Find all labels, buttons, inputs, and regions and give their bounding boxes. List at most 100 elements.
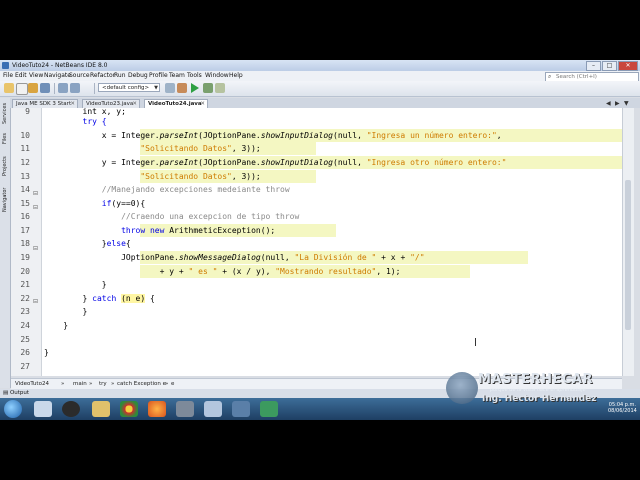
- code-line-20: + y + " es " + (x / y), "Mostrando resul…: [44, 267, 401, 276]
- maximize-button[interactable]: □: [602, 61, 617, 71]
- tab-list-icon[interactable]: ▼: [624, 100, 629, 107]
- code-line-22: } catch (n e) {: [44, 294, 155, 303]
- close-button[interactable]: ✕: [618, 61, 638, 71]
- undo-icon[interactable]: [58, 83, 68, 93]
- code-line-18: }else{: [44, 239, 131, 248]
- breadcrumb-var[interactable]: e: [171, 379, 174, 389]
- breadcrumb-try[interactable]: try: [99, 379, 107, 389]
- breadcrumb-separator: »: [89, 381, 93, 387]
- watermark-author: Ing. Hector Hernandez: [482, 394, 597, 404]
- menu-help[interactable]: Help: [229, 71, 243, 81]
- code-line-13: "Solicitando Datos", 3));: [140, 172, 261, 181]
- side-tab-services[interactable]: Services: [1, 100, 9, 126]
- line-number: 21: [20, 280, 30, 289]
- fold-toggle-icon[interactable]: ⊟: [32, 190, 39, 197]
- line-number: 20: [20, 267, 30, 276]
- toolbar-separator: [54, 83, 55, 94]
- clean-build-icon[interactable]: [177, 83, 187, 93]
- start-button[interactable]: [4, 400, 22, 418]
- menu-window[interactable]: Window: [205, 71, 229, 81]
- side-tab-files[interactable]: Files: [1, 130, 9, 148]
- watermark-title: MASTERHECAR: [478, 372, 593, 387]
- output-label: Output: [9, 390, 30, 396]
- menu-source[interactable]: Source: [69, 71, 90, 81]
- title-bar: VideoTuto24 - NetBeans IDE 8.0 – □ ✕: [0, 60, 640, 71]
- run-icon[interactable]: [191, 83, 199, 93]
- line-number: 15: [20, 199, 30, 208]
- breadcrumb-class[interactable]: VideoTuto24: [15, 379, 49, 389]
- menu-debug[interactable]: Debug: [128, 71, 148, 81]
- line-number: 11: [20, 144, 30, 153]
- firefox-icon[interactable]: [148, 401, 166, 417]
- breadcrumb-catch[interactable]: catch Exception e: [117, 379, 166, 389]
- code-line-11: "Solicitando Datos", 3));: [140, 144, 261, 153]
- window-controls: – □ ✕: [586, 61, 638, 71]
- line-number: 14: [20, 185, 30, 194]
- netbeans-taskbar-icon[interactable]: [204, 401, 222, 417]
- code-line-15: if(y==0){: [101, 199, 146, 208]
- line-number: 13: [20, 172, 30, 181]
- menu-team[interactable]: Team: [169, 71, 185, 81]
- menu-run[interactable]: Run: [114, 71, 126, 81]
- fold-toggle-icon[interactable]: ⊟: [32, 204, 39, 211]
- folder-icon[interactable]: [92, 401, 110, 417]
- fold-toggle-icon[interactable]: ⊟: [32, 298, 39, 305]
- mouse-cursor: [475, 338, 476, 346]
- line-number: 16: [20, 212, 30, 221]
- tab-videotuto24[interactable]: VideoTuto24.java ✕: [144, 99, 208, 108]
- line-number: 23: [20, 307, 30, 316]
- menu-navigate[interactable]: Navigate: [44, 71, 71, 81]
- new-project-icon[interactable]: [4, 83, 14, 93]
- chrome-icon[interactable]: [120, 401, 138, 417]
- new-file-icon[interactable]: [16, 83, 28, 95]
- breadcrumb-method[interactable]: main: [73, 379, 87, 389]
- build-icon[interactable]: [165, 83, 175, 93]
- config-value: <default config>: [102, 85, 150, 91]
- window-title: VideoTuto24 - NetBeans IDE 8.0: [12, 62, 108, 69]
- code-line-17: throw new ArithmeticException();: [121, 226, 276, 235]
- fold-toggle-icon[interactable]: ⊟: [32, 245, 39, 252]
- watermark-logo-icon: [446, 372, 478, 404]
- code-line-try: try {: [44, 117, 107, 126]
- scrollbar-thumb[interactable]: [625, 180, 631, 330]
- profile-icon[interactable]: [215, 83, 225, 93]
- menu-view[interactable]: View: [29, 71, 43, 81]
- line-number: 9: [25, 107, 30, 116]
- line-number: 17: [20, 226, 30, 235]
- menu-edit[interactable]: Edit: [15, 71, 27, 81]
- breadcrumb-separator: »: [111, 381, 115, 387]
- scroll-right-icon[interactable]: ▶: [615, 100, 620, 107]
- app-icon[interactable]: [176, 401, 194, 417]
- code-line-12: y = Integer.parseInt(JOptionPane.showInp…: [44, 158, 507, 167]
- line-number: 12: [20, 158, 30, 167]
- line-number: 10: [20, 131, 30, 140]
- menu-refactor[interactable]: Refactor: [90, 71, 115, 81]
- tab-label: VideoTuto24.java: [148, 101, 202, 107]
- menu-tools[interactable]: Tools: [187, 71, 202, 81]
- breadcrumb-separator: »: [165, 381, 169, 387]
- explorer-icon[interactable]: [34, 401, 52, 417]
- code-line-24: }: [44, 321, 69, 330]
- save-all-icon[interactable]: [40, 83, 50, 93]
- watermark-subtitle: porque de la vista nace el aprendizaje: [490, 387, 586, 393]
- line-number: 19: [20, 253, 30, 262]
- app-icon[interactable]: [260, 401, 278, 417]
- app-icon[interactable]: [232, 401, 250, 417]
- menu-profile[interactable]: Profile: [149, 71, 168, 81]
- line-number: 24: [20, 321, 30, 330]
- debug-icon[interactable]: [203, 83, 213, 93]
- menu-file[interactable]: File: [3, 71, 13, 81]
- toolbar-separator: [94, 83, 95, 94]
- line-number: 22: [20, 294, 30, 303]
- search-icon: ⌕: [548, 73, 552, 80]
- minimize-button[interactable]: –: [586, 61, 601, 71]
- toolbar: <default config> ▼: [0, 81, 640, 97]
- open-project-icon[interactable]: [28, 83, 38, 93]
- side-tab-navigator[interactable]: Navigator: [1, 184, 9, 216]
- code-line-26: }: [44, 348, 49, 357]
- side-tab-projects[interactable]: Projects: [1, 152, 9, 180]
- config-select[interactable]: <default config> ▼: [98, 83, 160, 92]
- redo-icon[interactable]: [70, 83, 80, 93]
- media-player-icon[interactable]: [62, 401, 80, 417]
- scroll-left-icon[interactable]: ◀: [606, 100, 611, 107]
